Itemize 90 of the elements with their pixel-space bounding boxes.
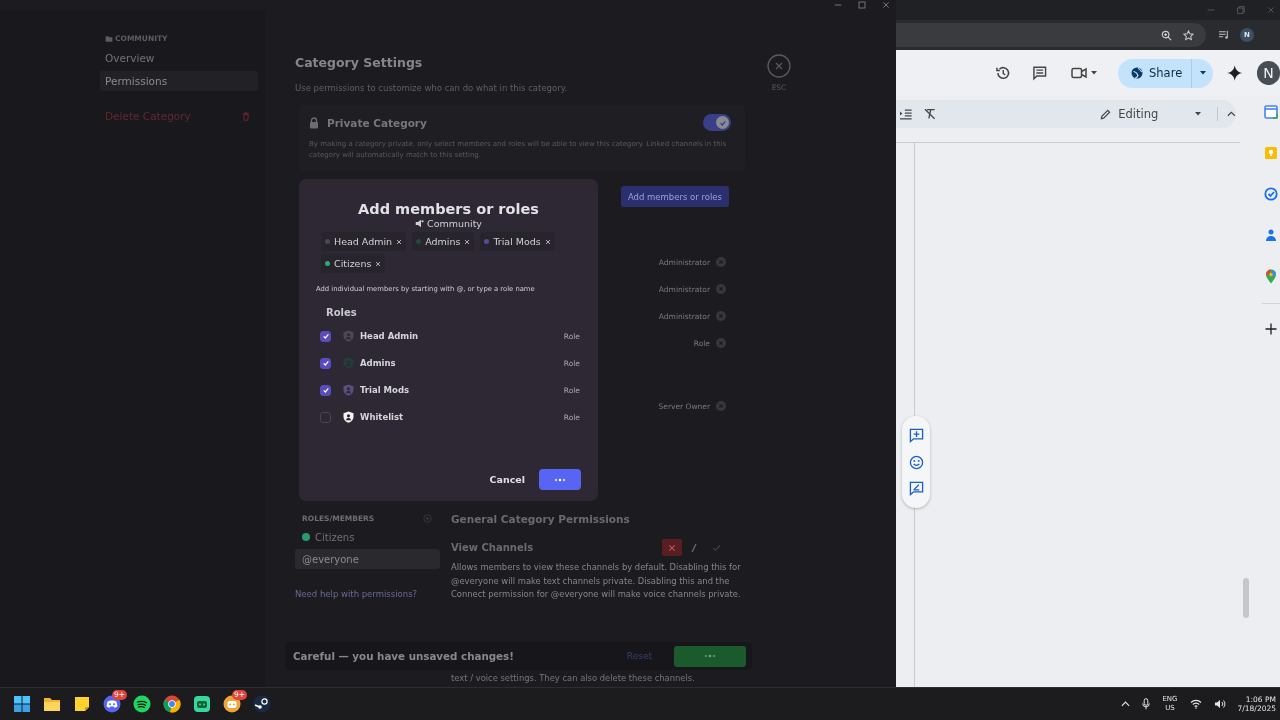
permission-description: text / voice settings. They can also delete these channels. <box>451 672 696 683</box>
role-chip: Citizens <box>321 254 386 273</box>
video-call-button[interactable] <box>1071 67 1098 79</box>
zoom-icon[interactable] <box>1161 29 1172 41</box>
role-name: Trial Mods <box>360 385 411 395</box>
pencil-icon <box>1100 108 1112 120</box>
suggest-edit-icon[interactable] <box>908 481 924 497</box>
role-list-item[interactable]: @everyone <box>295 549 440 569</box>
permission-description: Allows members to view these channels by default. Disabling this for @everyone will make text channels private. Disabling this and the Connect permission for @everyone will make voice channels private. <box>451 561 742 601</box>
role-name: Whitelist <box>360 412 405 422</box>
deny-button[interactable] <box>662 539 682 556</box>
map-pin-icon[interactable] <box>1265 269 1277 284</box>
sparkle-icon[interactable] <box>1227 65 1243 81</box>
caret-icon <box>1199 71 1206 75</box>
folder-icon[interactable] <box>43 695 61 713</box>
role-chip: Admins <box>412 232 475 251</box>
sticky-note-icon[interactable] <box>73 695 91 713</box>
checkbox[interactable] <box>320 411 331 423</box>
folder-icon <box>105 34 113 43</box>
server-icon <box>415 219 424 228</box>
remove-icon[interactable] <box>544 238 551 245</box>
section-heading: Roles <box>325 307 358 318</box>
remove-icon[interactable] <box>396 238 403 245</box>
close-icon[interactable] <box>882 1 890 9</box>
section-heading: General Category Permissions <box>451 513 631 527</box>
maximize-icon[interactable] <box>858 1 866 9</box>
indent-icon[interactable] <box>900 108 912 120</box>
role-list-item[interactable]: Citizens <box>295 527 440 547</box>
caret-icon <box>1091 71 1098 75</box>
sidebar-item[interactable]: Overview <box>100 48 258 68</box>
cancel-button[interactable]: Cancel <box>489 474 525 485</box>
game-app-icon[interactable] <box>193 695 211 713</box>
comment-icon[interactable] <box>1031 65 1048 81</box>
account-avatar[interactable]: N <box>1256 61 1280 85</box>
music-app-icon[interactable] <box>133 695 151 713</box>
dialog-title: Add members or roles <box>357 201 540 217</box>
check-icon <box>321 386 330 394</box>
toggle-switch[interactable] <box>703 114 731 131</box>
check-icon <box>718 118 727 127</box>
chevron-up-icon[interactable] <box>1227 111 1236 117</box>
role-name: Head Admin <box>360 331 420 341</box>
page-title: Category Settings <box>295 54 424 71</box>
tasks-icon[interactable] <box>1264 187 1278 201</box>
windows-logo-icon[interactable] <box>13 695 31 713</box>
history-icon[interactable] <box>995 65 1011 81</box>
check-icon <box>711 543 721 552</box>
emoji-icon[interactable] <box>908 454 924 470</box>
lock-icon <box>309 116 319 129</box>
server-name: Community <box>427 218 482 229</box>
scrollbar[interactable] <box>1243 578 1249 618</box>
checkbox[interactable] <box>320 357 331 369</box>
checkbox[interactable] <box>320 330 331 342</box>
share-button[interactable]: Share <box>1118 58 1192 88</box>
loading-icon <box>703 654 717 658</box>
caret-icon <box>1195 112 1202 116</box>
close-icon[interactable] <box>767 54 791 78</box>
clear-formatting-icon[interactable] <box>923 108 936 120</box>
section-title: Private Category <box>327 116 428 129</box>
calendar-icon[interactable] <box>1264 105 1278 119</box>
person-icon[interactable] <box>1264 228 1278 242</box>
game-store-icon[interactable] <box>253 695 271 713</box>
role-name: Admins <box>360 358 397 368</box>
permission-name: View Channels <box>451 542 534 553</box>
add-icon[interactable] <box>1265 323 1277 335</box>
browser-app-icon[interactable] <box>163 695 181 713</box>
role-chip: Head Admin <box>321 232 407 251</box>
video-icon <box>1071 67 1088 79</box>
globe-icon <box>1131 67 1144 79</box>
help-link[interactable]: Need help with permissions? <box>295 589 440 599</box>
editing-mode-button[interactable]: Editing <box>1098 103 1204 125</box>
chat-app-icon[interactable] <box>103 695 121 713</box>
remove-icon[interactable] <box>464 238 471 245</box>
checkbox[interactable] <box>320 384 331 396</box>
media-icon[interactable] <box>1218 30 1230 40</box>
bot-app-icon[interactable] <box>223 695 241 713</box>
microphone-icon[interactable] <box>1142 698 1151 710</box>
add-comment-icon[interactable] <box>908 427 924 443</box>
slash-icon <box>690 542 698 553</box>
role-chip: Trial Mods <box>480 232 555 251</box>
close-icon <box>668 543 676 552</box>
warning-text: Careful — you have unsaved changes! <box>293 650 515 662</box>
remove-icon[interactable] <box>375 260 382 267</box>
check-icon <box>321 332 330 340</box>
loading-icon <box>553 477 567 482</box>
wifi-icon[interactable] <box>1189 699 1202 709</box>
check-icon <box>321 359 330 367</box>
speaker-icon[interactable] <box>1213 699 1226 709</box>
sidebar-item[interactable]: Permissions <box>100 71 258 91</box>
add-members-button[interactable]: Add members or roles <box>620 186 729 207</box>
star-icon[interactable] <box>1183 29 1194 41</box>
